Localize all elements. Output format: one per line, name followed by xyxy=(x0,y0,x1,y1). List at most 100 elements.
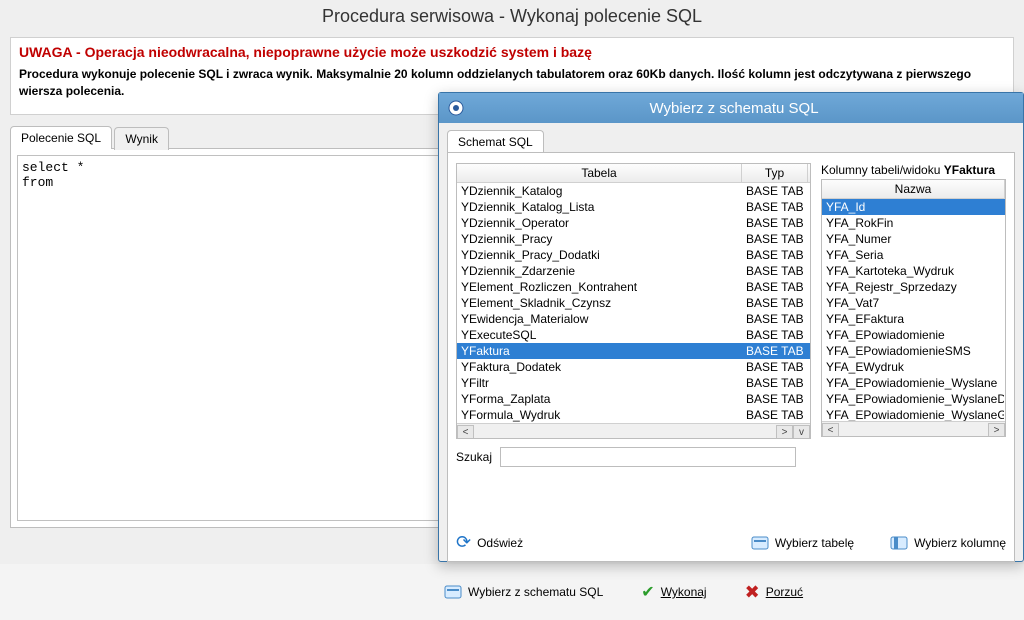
columns-header-row: Nazwa xyxy=(822,180,1005,199)
column-row[interactable]: YFA_EWydruk xyxy=(822,359,1005,375)
column-row[interactable]: YFA_Id xyxy=(822,199,1005,215)
column-row[interactable]: YFA_EPowiadomienie_WyslaneG xyxy=(822,407,1005,421)
table-type: BASE TAB xyxy=(742,231,808,247)
column-name: YFA_Vat7 xyxy=(822,295,1005,311)
column-name: YFA_EPowiadomienie_Wyslane xyxy=(822,375,1005,391)
dialog-body: Schemat SQL Tabela Typ YDziennik_Katalog… xyxy=(439,123,1023,566)
table-row[interactable]: YElement_Rozliczen_KontrahentBASE TAB xyxy=(457,279,810,295)
tables-scrollbar[interactable]: < >v xyxy=(457,423,810,439)
column-row[interactable]: YFA_Seria xyxy=(822,247,1005,263)
scroll-right-icon[interactable]: > xyxy=(776,425,793,440)
search-label: Szukaj xyxy=(456,450,492,464)
table-row[interactable]: YFormula_WydrukBASE TAB xyxy=(457,407,810,423)
table-type: BASE TAB xyxy=(742,199,808,215)
table-type: BASE TAB xyxy=(742,343,808,359)
tables-pane: Tabela Typ YDziennik_KatalogBASE TABYDzi… xyxy=(456,163,811,467)
table-name: YEwidencja_Materialow xyxy=(457,311,742,327)
header-nazwa[interactable]: Nazwa xyxy=(822,180,1005,198)
table-name: YExecuteSQL xyxy=(457,327,742,343)
table-type: BASE TAB xyxy=(742,391,808,407)
refresh-button[interactable]: ⟳ Odśwież xyxy=(456,532,523,553)
table-row[interactable]: YForma_ZaplataBASE TAB xyxy=(457,391,810,407)
header-tabela[interactable]: Tabela xyxy=(457,164,742,182)
table-name: YForma_Zaplata xyxy=(457,391,742,407)
schema-dialog: Wybierz z schematu SQL Schemat SQL Tabel… xyxy=(438,92,1024,562)
table-type: BASE TAB xyxy=(742,263,808,279)
column-row[interactable]: YFA_RokFin xyxy=(822,215,1005,231)
dialog-footer: ⟳ Odśwież Wybierz tabelę Wybierz kolumnę xyxy=(456,532,1006,553)
column-name: YFA_Id xyxy=(822,199,1005,215)
table-name: YDziennik_Katalog xyxy=(457,183,742,199)
column-row[interactable]: YFA_Vat7 xyxy=(822,295,1005,311)
choose-schema-button[interactable]: Wybierz z schematu SQL xyxy=(440,581,607,603)
cancel-button[interactable]: ✖ Porzuć xyxy=(741,580,807,605)
scroll-left-icon[interactable]: < xyxy=(822,423,839,438)
table-type: BASE TAB xyxy=(742,375,808,391)
tab-polecenie-sql[interactable]: Polecenie SQL xyxy=(10,126,112,149)
tables-listbox[interactable]: Tabela Typ YDziennik_KatalogBASE TABYDzi… xyxy=(456,163,811,439)
execute-button[interactable]: ✔ Wykonaj xyxy=(637,580,710,604)
table-row[interactable]: YDziennik_ZdarzenieBASE TAB xyxy=(457,263,810,279)
columns-scrollbar[interactable]: < > xyxy=(822,421,1005,437)
scroll-right-icon[interactable]: > xyxy=(988,423,1005,438)
table-row[interactable]: YDziennik_Katalog_ListaBASE TAB xyxy=(457,199,810,215)
columns-label: Kolumny tabeli/widoku YFaktura xyxy=(821,163,1006,177)
column-name: YFA_EFaktura xyxy=(822,311,1005,327)
table-type: BASE TAB xyxy=(742,295,808,311)
bottom-toolbar: Wybierz z schematu SQL ✔ Wykonaj ✖ Porzu… xyxy=(0,564,1024,620)
table-name: YDziennik_Pracy_Dodatki xyxy=(457,247,742,263)
table-row[interactable]: YDziennik_PracyBASE TAB xyxy=(457,231,810,247)
table-type: BASE TAB xyxy=(742,215,808,231)
column-row[interactable]: YFA_EPowiadomienie_Wyslane xyxy=(822,375,1005,391)
column-row[interactable]: YFA_Kartoteka_Wydruk xyxy=(822,263,1005,279)
table-row[interactable]: YDziennik_Pracy_DodatkiBASE TAB xyxy=(457,247,810,263)
column-row[interactable]: YFA_EPowiadomienieSMS xyxy=(822,343,1005,359)
window-title: Procedura serwisowa - Wykonaj polecenie … xyxy=(0,0,1024,37)
table-name: YDziennik_Zdarzenie xyxy=(457,263,742,279)
search-input[interactable] xyxy=(500,447,796,467)
table-name: YDziennik_Pracy xyxy=(457,231,742,247)
column-name: YFA_EPowiadomienie xyxy=(822,327,1005,343)
column-name: YFA_Kartoteka_Wydruk xyxy=(822,263,1005,279)
cancel-label: Porzuć xyxy=(766,585,803,599)
table-row[interactable]: YDziennik_KatalogBASE TAB xyxy=(457,183,810,199)
select-table-button[interactable]: Wybierz tabelę xyxy=(751,534,854,552)
scroll-down-icon[interactable]: v xyxy=(793,425,810,440)
column-row[interactable]: YFA_EPowiadomienie xyxy=(822,327,1005,343)
tables-header-row: Tabela Typ xyxy=(457,164,810,183)
search-row: Szukaj xyxy=(456,447,811,467)
table-row[interactable]: YExecuteSQLBASE TAB xyxy=(457,327,810,343)
choose-schema-label: Wybierz z schematu SQL xyxy=(468,585,603,599)
column-name: YFA_EWydruk xyxy=(822,359,1005,375)
select-column-button[interactable]: Wybierz kolumnę xyxy=(890,534,1006,552)
table-row[interactable]: YElement_Skladnik_CzynszBASE TAB xyxy=(457,295,810,311)
column-row[interactable]: YFA_EFaktura xyxy=(822,311,1005,327)
tab-schemat-sql[interactable]: Schemat SQL xyxy=(447,130,544,153)
tables-body[interactable]: YDziennik_KatalogBASE TABYDziennik_Katal… xyxy=(457,183,810,423)
column-icon xyxy=(890,534,908,552)
scroll-left-icon[interactable]: < xyxy=(457,425,474,440)
table-type: BASE TAB xyxy=(742,359,808,375)
columns-body[interactable]: YFA_IdYFA_RokFinYFA_NumerYFA_SeriaYFA_Ka… xyxy=(822,199,1005,421)
execute-label: Wykonaj xyxy=(661,585,707,599)
check-icon: ✔ xyxy=(641,582,654,602)
table-row[interactable]: YFaktura_DodatekBASE TAB xyxy=(457,359,810,375)
table-row[interactable]: YDziennik_OperatorBASE TAB xyxy=(457,215,810,231)
table-type: BASE TAB xyxy=(742,311,808,327)
column-row[interactable]: YFA_Rejestr_Sprzedazy xyxy=(822,279,1005,295)
table-row[interactable]: YEwidencja_MaterialowBASE TAB xyxy=(457,311,810,327)
table-name: YFaktura_Dodatek xyxy=(457,359,742,375)
table-icon xyxy=(751,534,769,552)
dialog-titlebar[interactable]: Wybierz z schematu SQL xyxy=(439,93,1023,123)
column-name: YFA_RokFin xyxy=(822,215,1005,231)
columns-listbox[interactable]: Nazwa YFA_IdYFA_RokFinYFA_NumerYFA_Seria… xyxy=(821,179,1006,437)
column-name: YFA_EPowiadomienieSMS xyxy=(822,343,1005,359)
column-row[interactable]: YFA_EPowiadomienie_WyslaneD xyxy=(822,391,1005,407)
column-row[interactable]: YFA_Numer xyxy=(822,231,1005,247)
header-typ[interactable]: Typ xyxy=(742,164,808,182)
table-name: YFormula_Wydruk xyxy=(457,407,742,423)
tab-wynik[interactable]: Wynik xyxy=(114,127,169,150)
table-row[interactable]: YFiltrBASE TAB xyxy=(457,375,810,391)
table-row[interactable]: YFakturaBASE TAB xyxy=(457,343,810,359)
table-name: YElement_Skladnik_Czynsz xyxy=(457,295,742,311)
